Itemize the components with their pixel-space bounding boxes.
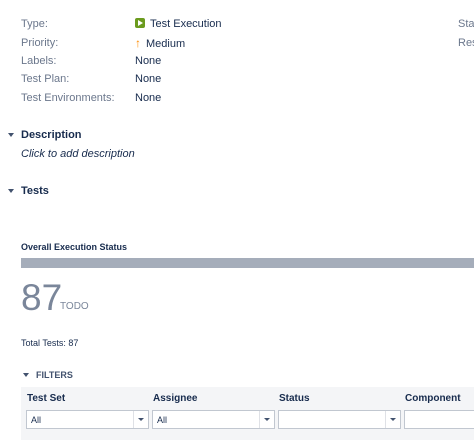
filter-test-set-header: Test Set — [27, 393, 66, 404]
dropdown-arrow-icon[interactable] — [133, 411, 148, 428]
dropdown-arrow-icon[interactable] — [385, 411, 400, 428]
filter-test-set-select[interactable]: All — [26, 410, 149, 429]
chevron-down-icon — [8, 133, 14, 137]
dropdown-arrow-icon[interactable] — [259, 411, 274, 428]
priority-value[interactable]: ↑ Medium — [135, 36, 185, 50]
filter-status-header: Status — [279, 393, 310, 404]
filters-label: FILTERS — [36, 370, 73, 380]
test-execution-icon — [135, 18, 145, 28]
description-heading: Description — [21, 129, 82, 141]
labels-value[interactable]: None — [135, 55, 161, 67]
filter-component-header: Component — [405, 393, 461, 404]
priority-value-text: Medium — [146, 38, 186, 50]
filter-component-select[interactable] — [404, 410, 474, 429]
todo-label: TODO — [60, 301, 89, 312]
filter-test-set-value: All — [31, 415, 42, 425]
test-environments-label: Test Environments: — [21, 92, 115, 104]
filter-assignee-header: Assignee — [153, 393, 198, 404]
description-placeholder[interactable]: Click to add description — [21, 148, 135, 160]
status-label-partial: Stat — [458, 18, 474, 30]
description-toggle[interactable]: Description — [8, 129, 82, 141]
filter-assignee-select[interactable]: All — [152, 410, 275, 429]
type-value-text: Test Execution — [150, 18, 222, 30]
filter-status-select[interactable] — [278, 410, 401, 429]
test-plan-value[interactable]: None — [135, 73, 161, 85]
tests-heading: Tests — [21, 185, 49, 197]
chevron-down-icon — [8, 189, 14, 193]
filters-table: Test Set All Assignee All Status Compone… — [21, 387, 474, 440]
priority-label: Priority: — [21, 37, 59, 49]
type-value[interactable]: Test Execution — [135, 18, 222, 30]
labels-label: Labels: — [21, 55, 57, 67]
filter-assignee-value: All — [157, 415, 168, 425]
tests-toggle[interactable]: Tests — [8, 185, 49, 197]
priority-medium-arrow-icon: ↑ — [135, 36, 141, 50]
filters-toggle[interactable]: FILTERS — [23, 370, 73, 380]
overall-execution-status-label: Overall Execution Status — [21, 242, 128, 252]
execution-status-bar[interactable] — [21, 258, 474, 268]
resolution-label-partial: Res — [458, 37, 474, 49]
total-tests: Total Tests: 87 — [21, 338, 79, 348]
type-label: Type: — [21, 18, 48, 30]
test-environments-value[interactable]: None — [135, 92, 161, 104]
todo-count: 87 — [21, 277, 63, 318]
chevron-down-icon — [23, 373, 29, 377]
test-plan-label: Test Plan: — [21, 73, 70, 85]
